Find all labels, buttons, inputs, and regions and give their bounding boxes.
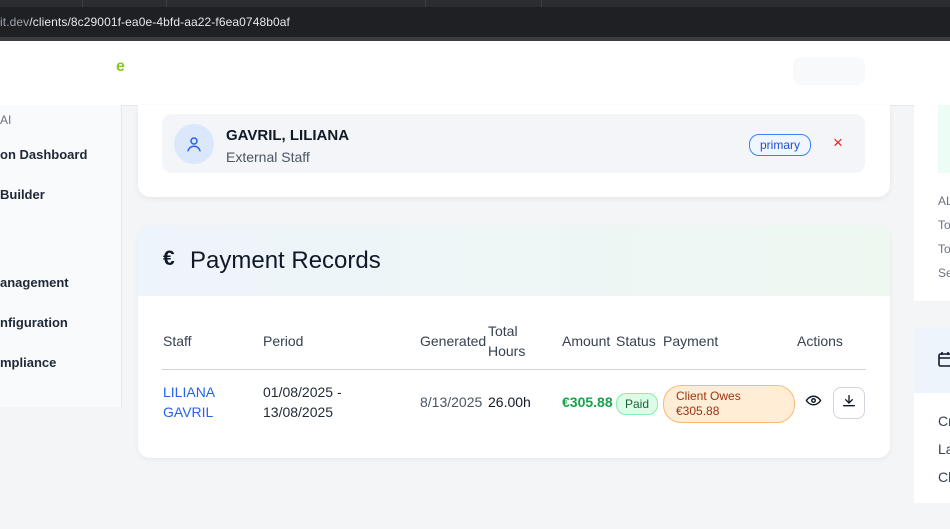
staff-name: GAVRIL, LILIANA — [226, 127, 350, 144]
sidebar-item-compliance[interactable]: mpliance — [0, 355, 56, 370]
euro-icon: € — [163, 247, 175, 270]
url-path: /clients/8c29001f-ea0e-4bfd-aa22-f6ea074… — [29, 15, 290, 29]
sidebar: AI on Dashboard Builder anagement nfigur… — [0, 105, 122, 407]
calendar-card-body: Cr La Cl — [914, 393, 950, 503]
close-icon[interactable]: × — [829, 134, 847, 152]
column-header-actions: Actions — [797, 333, 843, 349]
url-text[interactable]: it.dev/clients/8c29001f-ea0e-4bfd-aa22-f… — [0, 15, 290, 29]
amount-cell: €305.88 — [562, 394, 613, 410]
status-badge: Paid — [616, 393, 659, 415]
payment-status-line1: Client Owes — [676, 389, 741, 403]
column-header-total-hours: Total — [488, 323, 518, 339]
calendar-item: Cr — [938, 413, 950, 429]
summary-line: AL — [938, 194, 950, 208]
period-cell: 01/08/2025 - — [263, 384, 342, 400]
app-header: e — [0, 41, 950, 106]
download-icon — [841, 393, 857, 414]
sidebar-item-builder[interactable]: Builder — [0, 187, 45, 202]
summary-line: Se — [938, 266, 950, 280]
browser-tab[interactable] — [541, 0, 543, 7]
eye-icon — [805, 392, 822, 414]
column-header-amount: Amount — [562, 333, 611, 349]
summary-card: AL To To Se — [914, 105, 950, 301]
header-action-button[interactable] — [793, 57, 865, 85]
assigned-staff-card: GAVRIL, LILIANA External Staff primary × — [138, 105, 890, 197]
payment-records-card: € Payment Records Staff Period Generated… — [138, 225, 890, 458]
browser-tab-strip — [0, 0, 950, 7]
right-panel: AL To To Se Cr La Cl — [914, 105, 950, 529]
sidebar-item-dashboard[interactable]: on Dashboard — [0, 147, 87, 162]
browser-tab[interactable] — [166, 0, 168, 7]
user-icon — [174, 124, 214, 164]
url-host: it.dev — [0, 15, 30, 29]
sidebar-section-label: AI — [0, 113, 12, 127]
total-hours-cell: 26.00h — [488, 394, 531, 410]
brand-logo-text[interactable]: e — [116, 58, 125, 76]
staff-link-line2[interactable]: GAVRIL — [163, 402, 213, 422]
payment-status-line2: €305.88 — [676, 404, 720, 418]
calendar-icon — [938, 351, 950, 372]
card-header: € Payment Records — [138, 225, 890, 296]
column-header-payment: Payment — [663, 333, 719, 349]
browser-tab[interactable] — [82, 0, 84, 7]
column-header-total-hours-2: Hours — [488, 343, 526, 359]
period-cell-line2: 13/08/2025 — [263, 404, 334, 420]
column-header-generated: Generated — [420, 333, 487, 349]
address-bar[interactable]: it.dev/clients/8c29001f-ea0e-4bfd-aa22-f… — [0, 7, 950, 37]
table-divider — [162, 369, 866, 370]
browser-tab[interactable] — [425, 0, 427, 7]
primary-badge: primary — [749, 134, 812, 156]
summary-line: To — [938, 218, 950, 232]
sidebar-backdrop — [0, 407, 121, 529]
payment-status-badge: Client Owes €305.88 — [663, 385, 795, 423]
download-button[interactable] — [833, 387, 865, 419]
column-header-period: Period — [263, 333, 304, 349]
summary-highlight — [938, 105, 950, 173]
sidebar-item-management[interactable]: anagement — [0, 275, 69, 290]
column-header-status: Status — [616, 333, 656, 349]
view-button[interactable] — [798, 388, 828, 418]
sidebar-item-configuration[interactable]: nfiguration — [0, 315, 68, 330]
calendar-item: Cl — [938, 469, 950, 485]
card-title: Payment Records — [190, 247, 381, 274]
staff-type: External Staff — [226, 149, 310, 165]
staff-link[interactable]: LILIANA — [163, 382, 215, 402]
calendar-card-header — [914, 327, 950, 393]
generated-cell: 8/13/2025 — [420, 394, 483, 410]
summary-line: To — [938, 242, 950, 256]
staff-row: GAVRIL, LILIANA External Staff primary × — [162, 114, 865, 173]
column-header-staff: Staff — [163, 333, 192, 349]
calendar-item: La — [938, 441, 950, 457]
